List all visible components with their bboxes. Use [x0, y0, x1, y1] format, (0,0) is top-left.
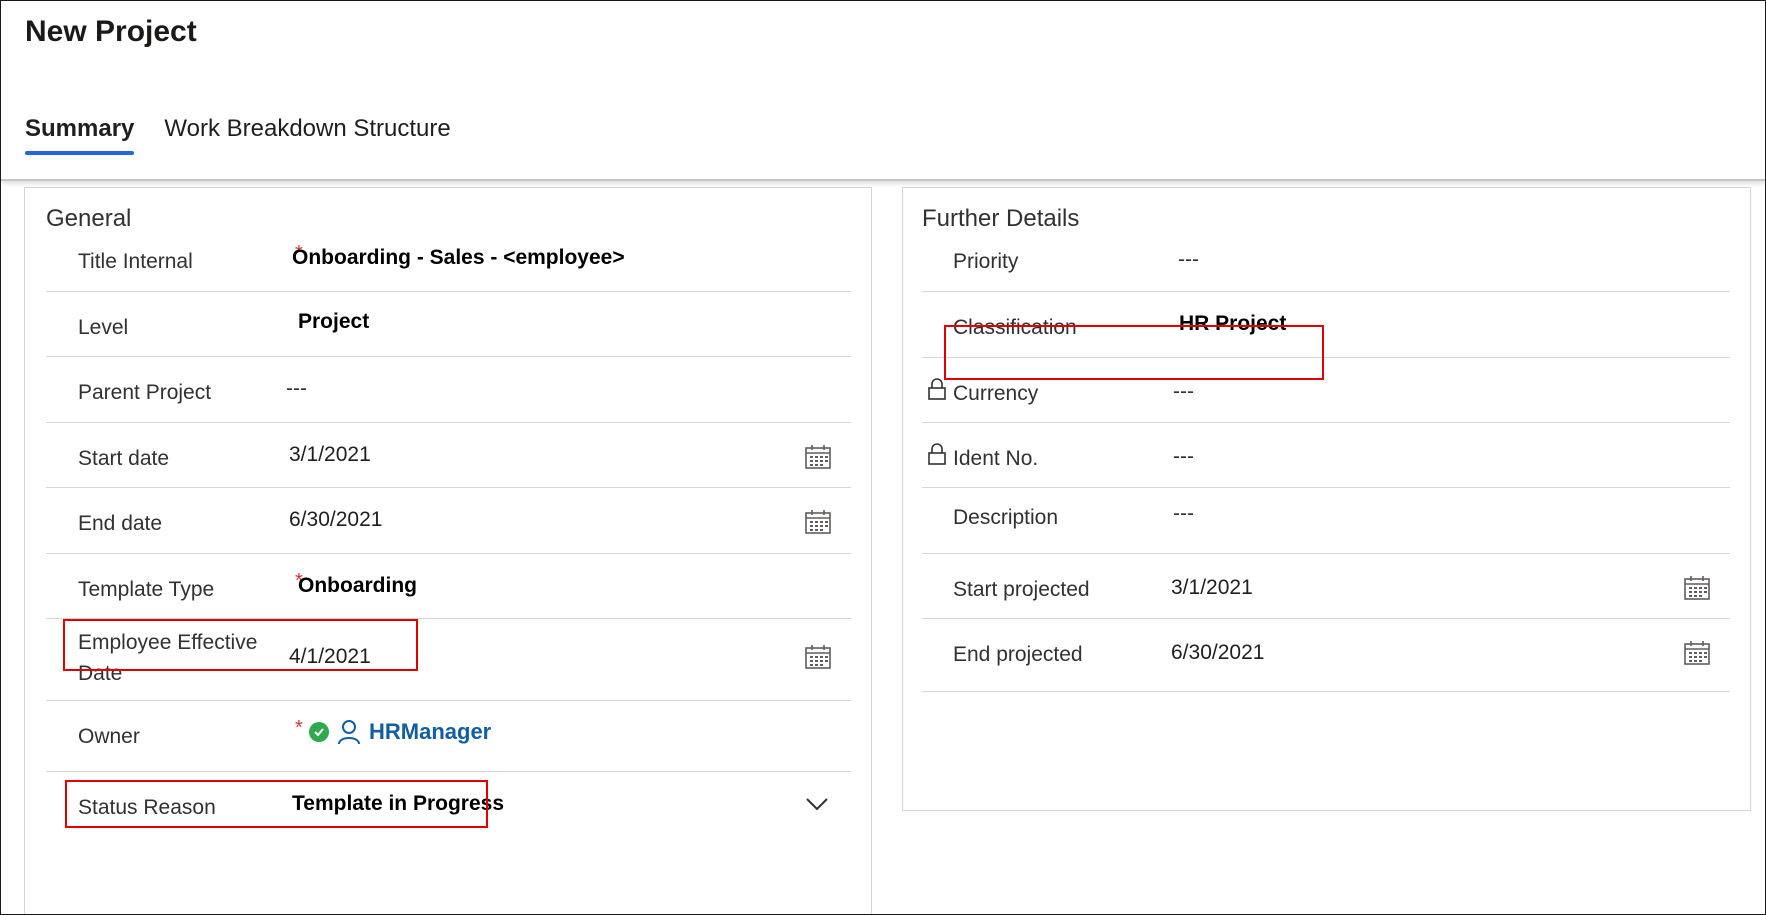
field-owner: Owner * HRManager: [46, 701, 851, 772]
end-projected-value[interactable]: 6/30/2021: [1171, 641, 1264, 665]
currency-value: ---: [1173, 380, 1194, 403]
required-marker: *: [295, 717, 303, 739]
form-header: New Project Summary Work Breakdown Struc…: [1, 1, 1765, 181]
title-internal-value[interactable]: Onboarding - Sales - <employee>: [292, 246, 625, 270]
owner-lookup: HRManager: [309, 719, 491, 745]
app-frame: New Project Summary Work Breakdown Struc…: [0, 0, 1766, 915]
start-projected-value[interactable]: 3/1/2021: [1171, 576, 1253, 600]
field-start-projected: Start projected 3/1/2021: [922, 554, 1730, 619]
tab-summary[interactable]: Summary: [25, 115, 135, 155]
template-type-value[interactable]: Onboarding: [298, 574, 417, 598]
tab-work-breakdown-structure[interactable]: Work Breakdown Structure: [164, 115, 450, 155]
highlight-classification: [944, 325, 1324, 380]
ident-no-label: Ident No.: [953, 447, 1039, 470]
person-icon: [338, 720, 360, 745]
level-value[interactable]: Project: [298, 310, 369, 334]
field-parent-project: Parent Project ---: [46, 357, 851, 423]
end-date-label: End date: [78, 512, 163, 535]
start-date-label: Start date: [78, 447, 170, 470]
description-value[interactable]: ---: [1173, 502, 1194, 526]
field-level: Level Project: [46, 292, 851, 357]
title-internal-label: Title Internal: [78, 250, 193, 273]
lock-icon: [928, 443, 946, 465]
start-projected-label: Start projected: [953, 578, 1090, 601]
parent-project-value[interactable]: ---: [286, 377, 307, 401]
level-label: Level: [78, 316, 129, 339]
start-date-value[interactable]: 3/1/2021: [289, 443, 371, 467]
field-ident-no: Ident No. ---: [922, 423, 1730, 488]
highlight-template-type: [63, 619, 418, 671]
calendar-icon[interactable]: [805, 445, 831, 469]
field-template-type: Template Type * Onboarding: [46, 554, 851, 619]
calendar-icon[interactable]: [805, 510, 831, 534]
field-start-date: Start date 3/1/2021: [46, 423, 851, 488]
calendar-icon[interactable]: [805, 645, 831, 669]
owner-link[interactable]: HRManager: [369, 719, 491, 745]
description-label: Description: [953, 506, 1059, 529]
currency-label: Currency: [953, 382, 1039, 405]
ident-no-value: ---: [1173, 445, 1194, 468]
highlight-status-reason: [65, 780, 488, 828]
check-circle-icon: [309, 722, 329, 742]
owner-label: Owner: [78, 725, 140, 748]
priority-value[interactable]: ---: [1178, 248, 1199, 272]
calendar-icon[interactable]: [1684, 576, 1710, 600]
form-body: General Title Internal * Onboarding - Sa…: [1, 181, 1765, 914]
chevron-down-icon[interactable]: [805, 796, 829, 812]
calendar-icon[interactable]: [1684, 641, 1710, 665]
end-date-value[interactable]: 6/30/2021: [289, 508, 382, 532]
field-description: Description ---: [922, 488, 1730, 554]
further-details-section: Further Details Priority --- Classificat…: [902, 187, 1751, 811]
general-section: General Title Internal * Onboarding - Sa…: [24, 187, 872, 914]
field-priority: Priority ---: [922, 226, 1730, 292]
page-title: New Project: [25, 15, 197, 48]
template-type-label: Template Type: [78, 578, 215, 601]
field-end-date: End date 6/30/2021: [46, 488, 851, 554]
parent-project-label: Parent Project: [78, 381, 212, 404]
priority-label: Priority: [953, 250, 1019, 273]
end-projected-label: End projected: [953, 643, 1083, 666]
tab-bar: Summary Work Breakdown Structure: [25, 115, 451, 155]
lock-icon: [928, 378, 946, 400]
field-title-internal: Title Internal * Onboarding - Sales - <e…: [46, 226, 851, 292]
field-end-projected: End projected 6/30/2021: [922, 619, 1730, 692]
